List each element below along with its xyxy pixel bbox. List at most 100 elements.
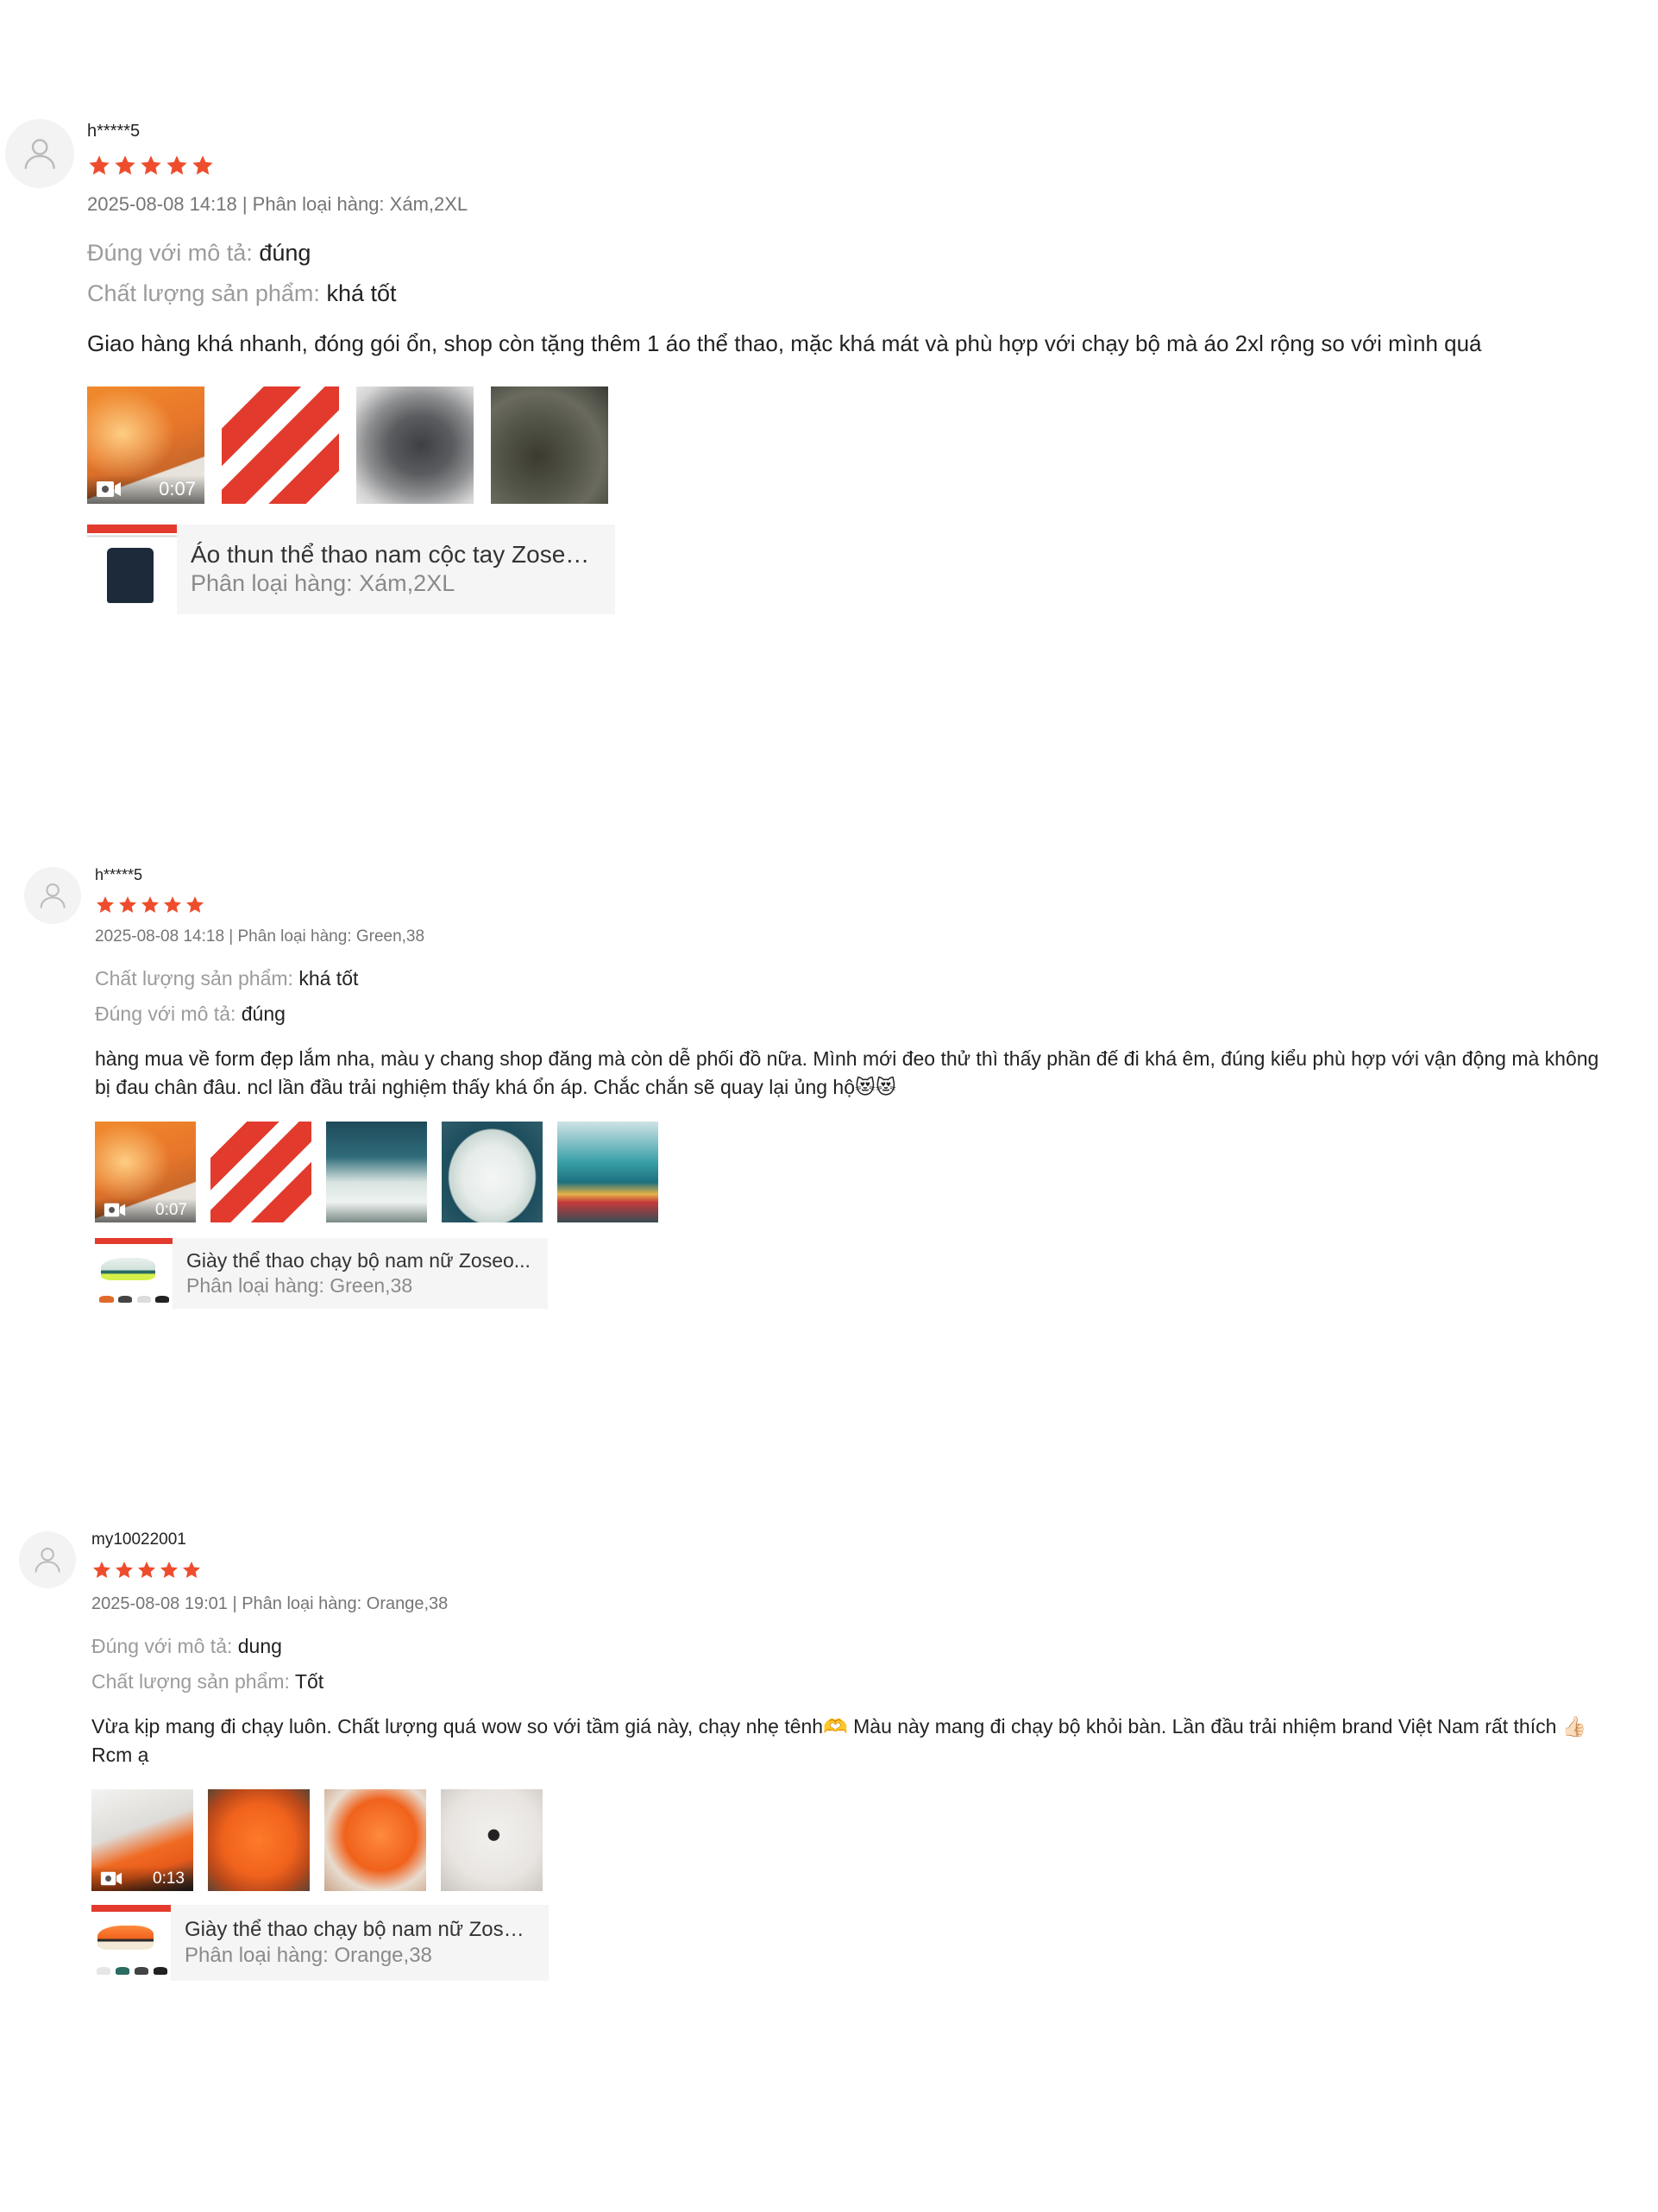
shoe-graphic [118, 1295, 133, 1304]
video-overlay: 0:07 [95, 1197, 196, 1222]
shoe-graphic [96, 1966, 111, 1975]
review-image-thumbnail[interactable] [442, 1121, 543, 1222]
review-video-thumbnail[interactable]: 0:07 [87, 386, 204, 504]
rating-stars [95, 895, 1622, 915]
product-info: Áo thun thể thao nam cộc tay Zoseo t... … [177, 541, 615, 597]
attribute-label: Chất lượng sản phẩm: [91, 1670, 290, 1693]
review-image-thumbnail[interactable] [441, 1788, 543, 1891]
user-icon [35, 1547, 60, 1573]
reviewer-name[interactable]: my10022001 [91, 1531, 1627, 1548]
attribute-label: Chất lượng sản phẩm: [95, 967, 293, 990]
star-icon [159, 1560, 179, 1580]
reviewer-name[interactable]: h*****5 [95, 867, 1622, 883]
review-meta: 2025-08-08 19:01 | Phân loại hàng: Orang… [91, 1594, 449, 1613]
attribute-label: Đúng với mô tả: [95, 1002, 236, 1025]
brand-stripe [87, 524, 177, 534]
product-variation: Phân loại hàng: Orange,38 [185, 1943, 432, 1967]
review-image-thumbnail[interactable] [557, 1121, 658, 1222]
media-gallery: 0:07 [87, 386, 1623, 504]
review-comment: hàng mua về form đẹp lắm nha, màu y chan… [95, 1047, 1599, 1099]
product-thumbnail [91, 1904, 171, 1981]
user-icon [40, 883, 66, 908]
reviewer-name[interactable]: h*****5 [87, 123, 1623, 140]
attribute-row: Chất lượng sản phẩm: khá tốt [87, 280, 1623, 307]
video-overlay: 0:13 [91, 1866, 193, 1891]
attribute-row: Đúng với mô tả: dung [91, 1635, 1627, 1658]
attribute-value: đúng [241, 1002, 286, 1025]
brand-stripe [91, 1904, 171, 1912]
avatar[interactable] [19, 1531, 76, 1588]
attribute-value: khá tốt [326, 280, 397, 306]
brand-stripe [95, 1237, 173, 1245]
product-name: Áo thun thể thao nam cộc tay Zoseo t... [191, 541, 601, 569]
shirt-graphic [106, 547, 154, 604]
review-image-thumbnail[interactable] [324, 1788, 426, 1891]
shoe-graphic [99, 1295, 114, 1304]
attribute-row: Đúng với mô tả: đúng [95, 1002, 1622, 1026]
shoe-graphic [136, 1295, 151, 1304]
star-icon [114, 1560, 135, 1580]
attribute-value: Tốt [294, 1670, 324, 1693]
star-icon [136, 1560, 157, 1580]
review-video-thumbnail[interactable]: 0:07 [95, 1121, 196, 1222]
attribute-value: khá tốt [298, 967, 359, 990]
attribute-label: Đúng với mô tả: [87, 240, 253, 266]
star-icon [95, 895, 116, 915]
product-link-card[interactable]: Giày thể thao chạy bộ nam nữ Zoseo... Ph… [95, 1237, 548, 1309]
media-gallery: 0:07 [95, 1121, 1622, 1222]
media-gallery: 0:13 [91, 1788, 1627, 1891]
product-info: Giày thể thao chạy bộ nam nữ Zoseo... Ph… [171, 1918, 549, 1968]
video-camera-icon [100, 1870, 122, 1887]
product-name: Giày thể thao chạy bộ nam nữ Zoseo... [185, 1917, 535, 1941]
star-icon [139, 154, 163, 178]
avatar[interactable] [5, 119, 74, 188]
video-camera-icon [104, 1202, 126, 1218]
product-link-card[interactable]: Áo thun thể thao nam cộc tay Zoseo t... … [87, 524, 615, 614]
review-image-thumbnail[interactable] [208, 1788, 310, 1891]
star-icon [162, 895, 183, 915]
review-video-thumbnail[interactable]: 0:13 [91, 1788, 193, 1891]
shoe-graphic [153, 1966, 168, 1975]
attribute-row: Chất lượng sản phẩm: khá tốt [95, 967, 1622, 990]
video-duration: 0:07 [159, 478, 196, 500]
shoe-graphic [134, 1966, 149, 1975]
review-image-thumbnail[interactable] [356, 386, 474, 504]
product-thumbnail [95, 1237, 173, 1309]
star-icon [117, 895, 138, 915]
user-icon [24, 138, 55, 169]
star-icon [181, 1560, 202, 1580]
star-icon [87, 154, 111, 178]
product-variation: Phân loại hàng: Xám,2XL [191, 570, 455, 597]
video-overlay: 0:07 [87, 475, 204, 504]
star-icon [185, 895, 205, 915]
review-image-thumbnail[interactable] [326, 1121, 427, 1222]
video-duration: 0:13 [153, 1869, 185, 1888]
product-name: Giày thể thao chạy bộ nam nữ Zoseo... [186, 1248, 531, 1272]
star-icon [165, 154, 189, 178]
review-comment: Giao hàng khá nhanh, đóng gói ổn, shop c… [87, 330, 1482, 356]
product-link-card[interactable]: Giày thể thao chạy bộ nam nữ Zoseo... Ph… [91, 1904, 549, 1981]
star-icon [140, 895, 160, 915]
video-duration: 0:07 [155, 1200, 187, 1219]
review-meta: 2025-08-08 14:18 | Phân loại hàng: Green… [95, 927, 425, 946]
attribute-label: Chất lượng sản phẩm: [87, 280, 320, 306]
attribute-row: Chất lượng sản phẩm: Tốt [91, 1670, 1627, 1694]
shoe-graphic [97, 1926, 154, 1951]
rating-stars [91, 1560, 1627, 1580]
attribute-row: Đúng với mô tả: đúng [87, 240, 1623, 267]
review-image-thumbnail[interactable] [491, 386, 608, 504]
product-variation: Phân loại hàng: Green,38 [186, 1273, 413, 1297]
rating-stars [87, 154, 1623, 178]
shoe-graphic [155, 1295, 170, 1304]
avatar[interactable] [24, 867, 81, 924]
star-icon [113, 154, 137, 178]
product-thumbnail [87, 524, 177, 614]
star-icon [91, 1560, 112, 1580]
review-comment: Vừa kịp mang đi chạy luôn. Chất lượng qu… [91, 1715, 1587, 1767]
review-image-thumbnail[interactable] [222, 386, 339, 504]
video-camera-icon [96, 480, 122, 499]
attribute-value: đúng [259, 240, 311, 266]
star-icon [191, 154, 215, 178]
review-meta: 2025-08-08 14:18 | Phân loại hàng: Xám,2… [87, 193, 468, 215]
review-image-thumbnail[interactable] [210, 1121, 311, 1222]
